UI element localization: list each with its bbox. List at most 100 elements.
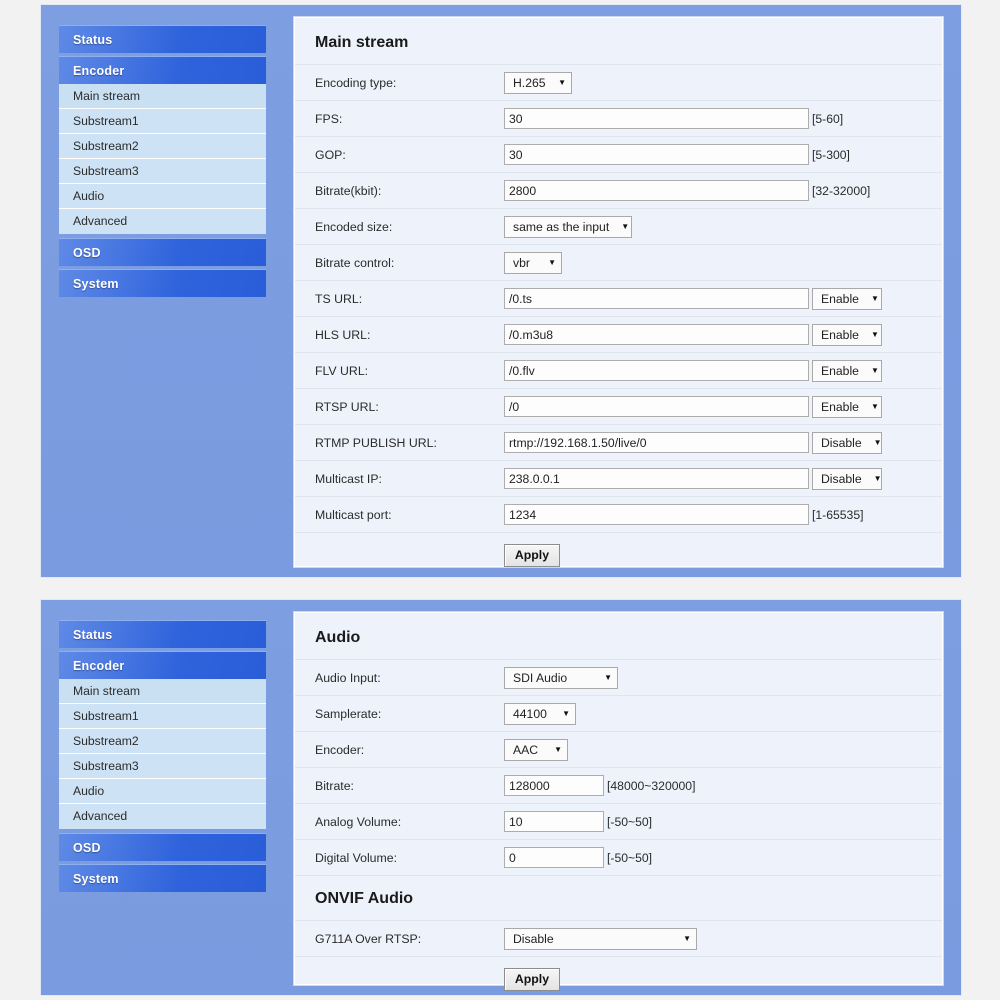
audio-input-select[interactable]: SDI Audio ▼ xyxy=(504,666,618,689)
sidebar-item-audio[interactable]: Audio xyxy=(59,779,266,804)
hint-digital-volume: [-50~50] xyxy=(607,850,653,865)
apply-button[interactable]: Apply xyxy=(504,967,560,991)
sidebar-item-substream1[interactable]: Substream1 xyxy=(59,704,266,729)
chevron-down-icon: ▼ xyxy=(621,221,630,231)
label-audio-bitrate: Bitrate: xyxy=(315,778,354,793)
nav-group-osd: OSD xyxy=(59,833,266,861)
chevron-down-icon: ▼ xyxy=(870,365,879,375)
sidebar-bottom: Status Encoder Main stream Substream1 Su… xyxy=(41,608,291,985)
label-encoded-size: Encoded size: xyxy=(315,219,393,234)
sidebar-item-status[interactable]: Status xyxy=(59,620,266,648)
audio-input-value: SDI Audio xyxy=(513,670,568,685)
rtsp-url-state-select[interactable]: Enable ▼ xyxy=(812,395,882,418)
samplerate-select[interactable]: 44100 ▼ xyxy=(504,702,576,725)
sidebar-item-encoder[interactable]: Encoder xyxy=(59,56,266,84)
rtmp-publish-state-select[interactable]: Disable ▼ xyxy=(812,431,882,454)
bitrate-control-value: vbr xyxy=(513,255,530,270)
sidebar-item-main-stream[interactable]: Main stream xyxy=(59,679,266,704)
field-flv-url: Enable ▼ xyxy=(504,359,882,382)
chevron-down-icon: ▼ xyxy=(873,437,882,447)
chevron-down-icon: ▼ xyxy=(683,933,691,943)
sidebar-item-substream3[interactable]: Substream3 xyxy=(59,159,266,184)
onvif-audio-section-title: ONVIF Audio xyxy=(295,876,942,921)
hls-url-input[interactable] xyxy=(504,324,809,345)
sidebar-item-substream2[interactable]: Substream2 xyxy=(59,134,266,159)
sidebar-item-audio[interactable]: Audio xyxy=(59,184,266,209)
rtsp-url-input[interactable] xyxy=(504,396,809,417)
ts-url-input[interactable] xyxy=(504,288,809,309)
field-g711a-over-rtsp: Disable ▼ xyxy=(504,927,697,950)
row-gop: GOP: [5-300] xyxy=(295,137,942,173)
label-encoding-type: Encoding type: xyxy=(315,75,397,90)
digital-volume-input[interactable] xyxy=(504,847,604,868)
label-digital-volume: Digital Volume: xyxy=(315,850,398,865)
multicast-ip-state-select[interactable]: Disable ▼ xyxy=(812,467,882,490)
g711a-over-rtsp-select[interactable]: Disable ▼ xyxy=(504,927,697,950)
sidebar-encoder-submenu: Main stream Substream1 Substream2 Substr… xyxy=(59,84,266,234)
sidebar-item-system[interactable]: System xyxy=(59,269,266,297)
sidebar-item-main-stream[interactable]: Main stream xyxy=(59,84,266,109)
row-samplerate: Samplerate: 44100 ▼ xyxy=(295,696,942,732)
label-audio-encoder: Encoder: xyxy=(315,742,365,757)
field-gop: [5-300] xyxy=(504,144,850,165)
sidebar-item-advanced[interactable]: Advanced xyxy=(59,209,266,234)
flv-url-state-select[interactable]: Enable ▼ xyxy=(812,359,882,382)
field-samplerate: 44100 ▼ xyxy=(504,702,576,725)
chevron-down-icon: ▼ xyxy=(873,473,882,483)
sidebar-item-encoder[interactable]: Encoder xyxy=(59,651,266,679)
flv-url-state-value: Enable xyxy=(821,363,859,378)
ts-url-state-select[interactable]: Enable ▼ xyxy=(812,287,882,310)
sidebar-item-advanced[interactable]: Advanced xyxy=(59,804,266,829)
sidebar-item-system[interactable]: System xyxy=(59,864,266,892)
encoder-audio-panel: Status Encoder Main stream Substream1 Su… xyxy=(40,599,962,996)
hint-multicast-port: [1-65535] xyxy=(812,507,864,522)
row-analog-volume: Analog Volume: [-50~50] xyxy=(295,804,942,840)
analog-volume-input[interactable] xyxy=(504,811,604,832)
sidebar-item-osd[interactable]: OSD xyxy=(59,833,266,861)
bitrate-kbit-input[interactable] xyxy=(504,180,809,201)
row-multicast-ip: Multicast IP: Disable ▼ xyxy=(295,461,942,497)
fps-input[interactable] xyxy=(504,108,809,129)
row-apply-audio: Apply xyxy=(295,957,942,1000)
nav-group-osd: OSD xyxy=(59,238,266,266)
label-flv-url: FLV URL: xyxy=(315,363,369,378)
encoded-size-select[interactable]: same as the input ▼ xyxy=(504,215,632,238)
field-audio-bitrate: [48000~320000] xyxy=(504,775,695,796)
row-bitrate-control: Bitrate control: vbr ▼ xyxy=(295,245,942,281)
audio-bitrate-input[interactable] xyxy=(504,775,604,796)
audio-encoder-select[interactable]: AAC ▼ xyxy=(504,738,568,761)
rtsp-url-state-value: Enable xyxy=(821,399,859,414)
label-bitrate-control: Bitrate control: xyxy=(315,255,395,270)
label-rtmp-publish-url: RTMP PUBLISH URL: xyxy=(315,435,437,450)
sidebar-item-osd[interactable]: OSD xyxy=(59,238,266,266)
chevron-down-icon: ▼ xyxy=(548,257,556,267)
audio-encoder-value: AAC xyxy=(513,742,539,757)
nav-group-encoder: Encoder Main stream Substream1 Substream… xyxy=(59,651,266,829)
encoding-type-select[interactable]: H.265 ▼ xyxy=(504,71,572,94)
hls-url-state-select[interactable]: Enable ▼ xyxy=(812,323,882,346)
sidebar-item-status[interactable]: Status xyxy=(59,25,266,53)
label-analog-volume: Analog Volume: xyxy=(315,814,402,829)
bitrate-control-select[interactable]: vbr ▼ xyxy=(504,251,562,274)
hint-fps: [5-60] xyxy=(812,111,844,126)
gop-input[interactable] xyxy=(504,144,809,165)
sidebar-item-substream2[interactable]: Substream2 xyxy=(59,729,266,754)
row-bitrate-kbit: Bitrate(kbit): [32-32000] xyxy=(295,173,942,209)
sidebar-item-substream3[interactable]: Substream3 xyxy=(59,754,266,779)
row-audio-input: Audio Input: SDI Audio ▼ xyxy=(295,660,942,696)
multicast-ip-input[interactable] xyxy=(504,468,809,489)
audio-section-title: Audio xyxy=(295,613,942,660)
page-title: Main stream xyxy=(295,18,942,65)
row-rtsp-url: RTSP URL: Enable ▼ xyxy=(295,389,942,425)
row-encoding-type: Encoding type: H.265 ▼ xyxy=(295,65,942,101)
screenshot-root: Status Encoder Main stream Substream1 Su… xyxy=(0,0,1000,1000)
ts-url-state-value: Enable xyxy=(821,291,859,306)
row-g711a-over-rtsp: G711A Over RTSP: Disable ▼ xyxy=(295,921,942,957)
sidebar-item-substream1[interactable]: Substream1 xyxy=(59,109,266,134)
rtmp-publish-url-input[interactable] xyxy=(504,432,809,453)
multicast-port-input[interactable] xyxy=(504,504,809,525)
flv-url-input[interactable] xyxy=(504,360,809,381)
field-bitrate-control: vbr ▼ xyxy=(504,251,562,274)
apply-button[interactable]: Apply xyxy=(504,543,560,567)
label-ts-url: TS URL: xyxy=(315,291,363,306)
